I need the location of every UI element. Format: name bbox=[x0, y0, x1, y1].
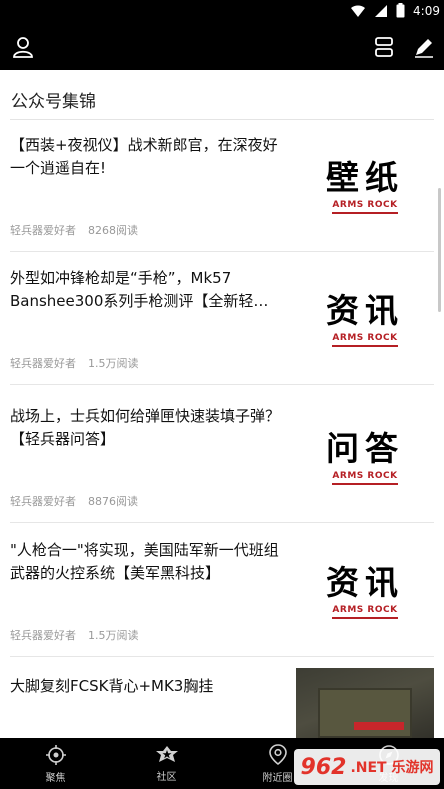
article-divider bbox=[10, 522, 434, 523]
site-watermark: 962 .NET 乐游网 bbox=[294, 749, 440, 785]
nav-item-community[interactable]: 社区 bbox=[111, 738, 222, 789]
user-icon[interactable] bbox=[11, 35, 35, 59]
battery-icon bbox=[396, 3, 405, 18]
thumbnail-text: 资讯 bbox=[326, 291, 404, 330]
thumbnail-text: 壁纸 bbox=[326, 158, 404, 197]
article-reads: 8876阅读 bbox=[88, 495, 138, 508]
article-title[interactable]: 大脚复刻FCSK背心+MK3胸挂 bbox=[10, 675, 282, 698]
article-title[interactable]: "人枪合一"将实现，美国陆军新一代班组武器的火控系统【美军黑科技】 bbox=[10, 539, 282, 585]
watermark-number: 962 bbox=[300, 754, 347, 780]
top-bar bbox=[0, 24, 444, 70]
nav-label: 附近圈 bbox=[262, 772, 293, 784]
article-meta: 轻兵器爱好者 1.5万阅读 bbox=[10, 355, 139, 371]
thumbnail-text: 问答 bbox=[326, 429, 404, 468]
layout-icon[interactable] bbox=[372, 35, 396, 59]
article-reads: 1.5万阅读 bbox=[88, 357, 139, 370]
article-divider bbox=[10, 384, 434, 385]
article-author: 轻兵器爱好者 bbox=[10, 629, 76, 642]
article-author: 轻兵器爱好者 bbox=[10, 495, 76, 508]
signal-icon bbox=[374, 4, 388, 18]
article-meta: 轻兵器爱好者 8876阅读 bbox=[10, 493, 138, 509]
article-meta: 轻兵器爱好者 1.5万阅读 bbox=[10, 627, 139, 643]
article-reads: 1.5万阅读 bbox=[88, 629, 139, 642]
thumbnail-text: 资讯 bbox=[326, 563, 404, 602]
article-meta: 轻兵器爱好者 8268阅读 bbox=[10, 222, 138, 238]
article-thumbnail[interactable]: 问答 ARMS ROCK bbox=[296, 411, 434, 503]
article-item[interactable]: 外型如冲锋枪却是“手枪”，Mk57 Banshee300系列手枪测评【全新轻武器… bbox=[0, 253, 444, 385]
wifi-icon bbox=[350, 4, 366, 18]
nav-item-focus[interactable]: 聚焦 bbox=[0, 738, 111, 789]
article-divider bbox=[10, 656, 434, 657]
article-divider bbox=[10, 251, 434, 252]
thumbnail-brand: ARMS ROCK bbox=[332, 605, 398, 619]
thumbnail-brand: ARMS ROCK bbox=[332, 471, 398, 485]
article-title[interactable]: 外型如冲锋枪却是“手枪”，Mk57 Banshee300系列手枪测评【全新轻武器… bbox=[10, 267, 282, 313]
status-bar: 4:09 bbox=[0, 0, 444, 24]
star-badge-icon bbox=[155, 745, 178, 762]
feed-content[interactable]: 公众号集锦 【西装+夜视仪】战术新郎官，在深夜好一个逍遥自在! 轻兵器爱好者 8… bbox=[0, 70, 444, 738]
article-photo-thumbnail[interactable] bbox=[296, 668, 434, 738]
nav-label: 聚焦 bbox=[45, 772, 66, 784]
article-title[interactable]: 战场上，士兵如何给弹匣快速装填子弹？【轻兵器问答】 bbox=[10, 405, 282, 451]
article-item[interactable]: 大脚复刻FCSK背心+MK3胸挂 bbox=[0, 661, 444, 738]
status-icons: 4:09 bbox=[350, 3, 440, 18]
article-item[interactable]: 【西装+夜视仪】战术新郎官，在深夜好一个逍遥自在! 轻兵器爱好者 8268阅读 … bbox=[0, 120, 444, 252]
section-title: 公众号集锦 bbox=[11, 92, 96, 112]
scrollbar[interactable] bbox=[438, 188, 441, 312]
article-thumbnail[interactable]: 资讯 ARMS ROCK bbox=[296, 273, 434, 365]
crosshair-icon bbox=[45, 744, 66, 765]
watermark-site: .NET 乐游网 bbox=[350, 760, 434, 776]
red-strap-shape bbox=[354, 722, 404, 730]
article-thumbnail[interactable]: 资讯 ARMS ROCK bbox=[296, 545, 434, 637]
article-item[interactable]: 战场上，士兵如何给弹匣快速装填子弹？【轻兵器问答】 轻兵器爱好者 8876阅读 … bbox=[0, 391, 444, 523]
nav-label: 社区 bbox=[156, 771, 177, 783]
location-icon bbox=[268, 743, 287, 765]
article-title[interactable]: 【西装+夜视仪】战术新郎官，在深夜好一个逍遥自在! bbox=[10, 134, 282, 180]
status-time: 4:09 bbox=[413, 3, 440, 18]
vest-pouch-shape bbox=[318, 688, 412, 738]
article-thumbnail[interactable]: 壁纸 ARMS ROCK bbox=[296, 140, 434, 232]
thumbnail-brand: ARMS ROCK bbox=[332, 333, 398, 347]
article-author: 轻兵器爱好者 bbox=[10, 357, 76, 370]
article-author: 轻兵器爱好者 bbox=[10, 224, 76, 237]
article-reads: 8268阅读 bbox=[88, 224, 138, 237]
thumbnail-brand: ARMS ROCK bbox=[332, 200, 398, 214]
article-item[interactable]: "人枪合一"将实现，美国陆军新一代班组武器的火控系统【美军黑科技】 轻兵器爱好者… bbox=[0, 525, 444, 657]
edit-icon[interactable] bbox=[412, 35, 436, 59]
